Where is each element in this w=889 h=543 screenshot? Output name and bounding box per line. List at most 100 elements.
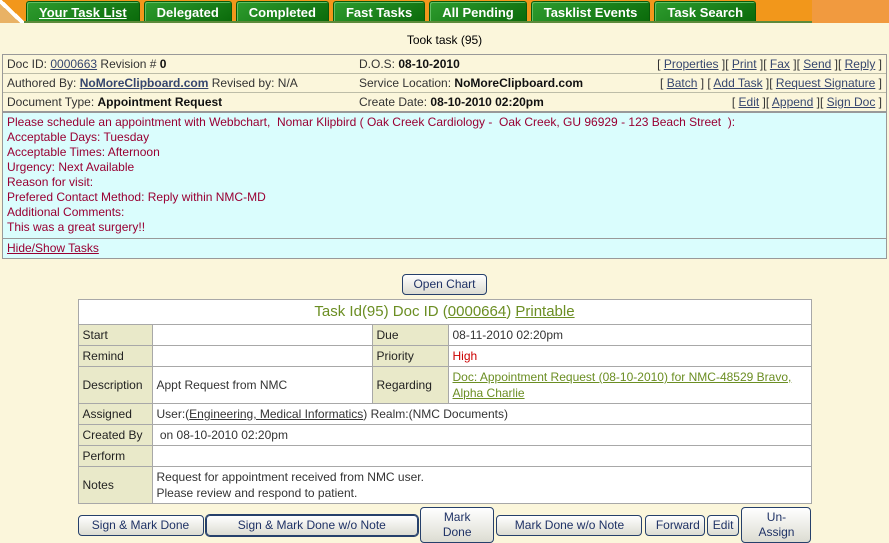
doc-actions-row-2: Batch Add Task Request Signature <box>635 75 882 91</box>
dos-group: D.O.S: 08-10-2010 <box>359 56 635 72</box>
revision-value: 0 <box>159 57 167 71</box>
table-row-assigned: Assigned User:(Engineering, Medical Info… <box>77 403 812 425</box>
un-assign-button[interactable]: Un-Assign <box>741 507 812 543</box>
doc-info-row-2: Authored By: NoMoreClipboard.com Revised… <box>3 74 886 93</box>
action-fax-link[interactable]: Fax <box>770 57 790 71</box>
revised-by-label: Revised by: <box>211 76 275 90</box>
sign-and-mark-done-button[interactable]: Sign & Mark Done <box>77 514 204 536</box>
task-header: Task Id(95) Doc ID (0000664) Printable <box>77 299 812 325</box>
message-line: Additional Comments: <box>7 205 125 219</box>
tab-your-task-list[interactable]: Your Task List <box>26 1 140 21</box>
task-header-close: ) <box>506 303 516 320</box>
tab-label: Completed <box>248 5 316 20</box>
due-value: 08-11-2010 02:20pm <box>447 324 812 346</box>
doc-info-row-3: Document Type: Appointment Request Creat… <box>3 93 886 111</box>
action-reply-link[interactable]: Reply <box>845 57 876 71</box>
assigned-prefix: User:( <box>156 407 190 421</box>
action-properties-link[interactable]: Properties <box>664 57 719 71</box>
document-info-panel: Doc ID: 0000663 Revision # 0 D.O.S: 08-1… <box>2 54 887 112</box>
action-request-signature-link[interactable]: Request Signature <box>776 76 875 90</box>
sign-and-mark-done-wo-note-button[interactable]: Sign & Mark Done w/o Note <box>205 514 418 536</box>
regarding-label: Regarding <box>371 366 449 404</box>
tab-label: Fast Tasks <box>345 5 413 20</box>
tab-completed[interactable]: Completed <box>235 1 329 21</box>
task-doc-id-link[interactable]: 0000664 <box>448 303 506 320</box>
doc-info-row-1: Doc ID: 0000663 Revision # 0 D.O.S: 08-1… <box>3 55 886 74</box>
doc-id-label: Doc ID: <box>7 57 48 71</box>
tab-task-search[interactable]: Task Search <box>654 1 757 21</box>
message-line: This was a great surgery!! <box>7 220 146 234</box>
message-line: Reason for visit: <box>7 175 94 189</box>
message-line: Acceptable Days: Tuesday <box>7 130 150 144</box>
mark-done-button[interactable]: Mark Done <box>420 507 495 543</box>
tab-fast-tasks[interactable]: Fast Tasks <box>332 1 426 21</box>
notes-line-2: Please review and respond to patient. <box>156 486 358 500</box>
hide-show-tasks-link[interactable]: Hide/Show Tasks <box>7 241 99 255</box>
printable-link[interactable]: Printable <box>515 303 574 320</box>
priority-label: Priority <box>371 345 449 367</box>
due-label: Due <box>371 324 449 346</box>
start-value <box>151 324 373 346</box>
action-send-link[interactable]: Send <box>803 57 831 71</box>
message-line: Acceptable Times: Afternoon <box>7 145 160 159</box>
perform-label: Perform <box>77 445 153 467</box>
notes-label: Notes <box>77 466 153 504</box>
action-edit-link[interactable]: Edit <box>739 95 760 109</box>
tab-bar-right-filler <box>812 0 889 23</box>
revision-label: Revision # <box>100 57 157 71</box>
tab-label: Delegated <box>156 5 219 20</box>
service-location-label: Service Location: <box>359 76 452 90</box>
perform-value <box>151 445 812 467</box>
tab-delegated[interactable]: Delegated <box>143 1 232 21</box>
tab-all-pending[interactable]: All Pending <box>429 1 527 21</box>
document-message-panel: Please schedule an appointment with Webb… <box>2 112 887 259</box>
tab-label: All Pending <box>442 5 514 20</box>
doc-id-link[interactable]: 0000663 <box>50 57 97 71</box>
priority-value: High <box>447 345 812 367</box>
remind-value <box>151 345 373 367</box>
forward-button[interactable]: Forward <box>644 514 705 536</box>
table-row-notes: Notes Request for appointment received f… <box>77 466 812 504</box>
document-type-value: Appointment Request <box>97 95 223 109</box>
action-add-task-link[interactable]: Add Task <box>713 76 762 90</box>
tab-label: Task Search <box>667 5 744 20</box>
hide-show-tasks-row: Hide/Show Tasks <box>3 238 886 258</box>
task-action-button-bar: Sign & Mark Done Sign & Mark Done w/o No… <box>77 507 812 543</box>
table-row-start-due: Start Due 08-11-2010 02:20pm <box>77 324 812 346</box>
authored-by-group: Authored By: NoMoreClipboard.com Revised… <box>7 75 359 91</box>
tab-tasklist-events[interactable]: Tasklist Events <box>530 1 651 21</box>
start-label: Start <box>77 324 153 346</box>
table-row-created-by: Created By on 08-10-2010 02:20pm <box>77 424 812 446</box>
table-row-perform: Perform <box>77 445 812 467</box>
edit-button[interactable]: Edit <box>707 514 740 536</box>
notes-line-1: Request for appointment received from NM… <box>156 470 424 484</box>
authored-by-link[interactable]: NoMoreClipboard.com <box>80 76 209 90</box>
created-by-value: on 08-10-2010 02:20pm <box>151 424 812 446</box>
open-chart-button[interactable]: Open Chart <box>402 274 487 295</box>
action-print-link[interactable]: Print <box>732 57 757 71</box>
message-line: Please schedule an appointment with Webb… <box>7 115 736 129</box>
regarding-doc-link[interactable]: Doc: Appointment Request (08-10-2010) fo… <box>453 370 792 400</box>
document-type-label: Document Type: <box>7 95 95 109</box>
task-tab-bar: Your Task List Delegated Completed Fast … <box>0 0 889 23</box>
action-batch-link[interactable]: Batch <box>667 76 698 90</box>
doc-actions-row-3: Edit Append Sign Doc <box>635 94 882 110</box>
action-append-link[interactable]: Append <box>772 95 813 109</box>
page-title: Took task (95) <box>406 33 483 47</box>
create-date-value: 08-10-2010 02:20pm <box>430 95 544 109</box>
doc-actions-row-1: Properties Print Fax Send Reply <box>635 56 882 72</box>
task-id-text: Task Id(95) Doc ID ( <box>314 303 448 320</box>
authored-by-label: Authored By: <box>7 76 77 90</box>
tab-label: Tasklist Events <box>543 5 638 20</box>
action-sign-doc-link[interactable]: Sign Doc <box>827 95 876 109</box>
message-line: Urgency: Next Available <box>7 160 135 174</box>
dos-value: 08-10-2010 <box>398 57 460 71</box>
create-date-group: Create Date: 08-10-2010 02:20pm <box>359 94 635 110</box>
doc-id-group: Doc ID: 0000663 Revision # 0 <box>7 56 359 72</box>
revised-by-value: N/A <box>277 76 298 90</box>
mark-done-wo-note-button[interactable]: Mark Done w/o Note <box>496 514 643 536</box>
task-header-row: Task Id(95) Doc ID (0000664) Printable <box>77 299 812 325</box>
assigned-user-link[interactable]: Engineering, Medical Informatics <box>189 407 363 421</box>
assigned-suffix: ) Realm:(NMC Documents) <box>363 407 508 421</box>
description-value: Appt Request from NMC <box>151 366 373 404</box>
